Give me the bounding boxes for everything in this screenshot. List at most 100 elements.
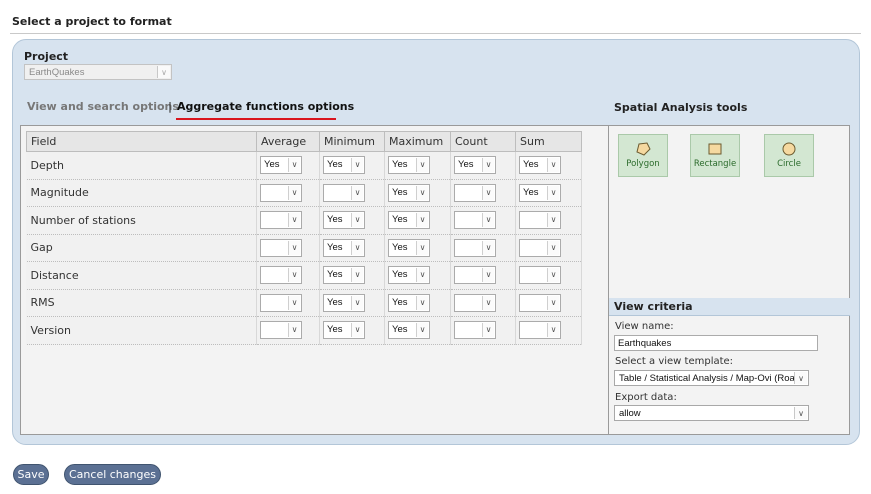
minimum-select[interactable]: Yes ∨: [323, 293, 365, 312]
chevron-down-icon: ∨: [482, 295, 494, 310]
maximum-select[interactable]: Yes ∨: [388, 156, 430, 175]
view-template-label: Select a view template:: [615, 356, 734, 367]
select-value: Yes: [392, 159, 408, 171]
count-select[interactable]: ∨: [454, 266, 496, 285]
table-cell: Yes ∨: [515, 151, 582, 180]
view-template-value: Table / Statistical Analysis / Map-Ovi (…: [619, 373, 795, 384]
field-name: Depth: [26, 151, 257, 180]
sum-select[interactable]: Yes ∨: [519, 183, 561, 202]
maximum-select[interactable]: Yes ∨: [388, 238, 430, 257]
average-select[interactable]: ∨: [260, 266, 302, 285]
maximum-select[interactable]: Yes ∨: [388, 211, 430, 230]
table-cell: Yes ∨: [384, 206, 451, 235]
chevron-down-icon: ∨: [351, 185, 363, 200]
table-cell: Yes ∨: [319, 261, 385, 290]
average-select[interactable]: Yes ∨: [260, 156, 302, 175]
table-cell: Yes ∨: [319, 206, 385, 235]
minimum-select[interactable]: Yes ∨: [323, 156, 365, 175]
table-cell: ∨: [256, 234, 320, 262]
tab-separator: |: [168, 100, 173, 113]
maximum-select[interactable]: Yes ∨: [388, 293, 430, 312]
chevron-down-icon: ∨: [547, 185, 559, 200]
tab-view-search-options[interactable]: View and search options: [27, 100, 179, 113]
chevron-down-icon: ∨: [416, 268, 428, 283]
average-select[interactable]: ∨: [260, 211, 302, 230]
sum-select[interactable]: ∨: [519, 321, 561, 340]
chevron-down-icon: ∨: [482, 158, 494, 173]
select-value: Yes: [327, 214, 343, 226]
maximum-select[interactable]: Yes ∨: [388, 266, 430, 285]
chevron-down-icon: ∨: [288, 240, 300, 255]
table-cell: ∨: [515, 289, 582, 317]
minimum-select[interactable]: Yes ∨: [323, 238, 365, 257]
chevron-down-icon: ∨: [416, 323, 428, 338]
polygon-icon: [636, 142, 651, 156]
field-name: RMS: [26, 289, 257, 317]
table-row: Distance ∨ Yes ∨ Yes ∨ ∨ ∨: [26, 261, 582, 290]
count-select[interactable]: ∨: [454, 183, 496, 202]
table-cell: ∨: [450, 179, 516, 207]
table-cell: Yes ∨: [384, 179, 451, 207]
select-value: Yes: [327, 159, 343, 171]
minimum-select[interactable]: Yes ∨: [323, 266, 365, 285]
column-header-minimum: Minimum: [319, 131, 385, 152]
count-select[interactable]: ∨: [454, 238, 496, 257]
count-select[interactable]: Yes ∨: [454, 156, 496, 175]
export-data-select[interactable]: allow ∨: [614, 405, 809, 421]
table-cell: Yes ∨: [515, 179, 582, 207]
tab-aggregate-functions-options[interactable]: Aggregate functions options: [177, 100, 354, 113]
average-select[interactable]: ∨: [260, 293, 302, 312]
spatial-tools-title: Spatial Analysis tools: [614, 101, 748, 114]
average-select[interactable]: ∨: [260, 238, 302, 257]
table-cell: Yes ∨: [450, 151, 516, 180]
minimum-select[interactable]: ∨: [323, 183, 365, 202]
sum-select[interactable]: ∨: [519, 293, 561, 312]
chevron-down-icon: ∨: [416, 295, 428, 310]
circle-tool-button[interactable]: Circle: [764, 134, 814, 177]
count-select[interactable]: ∨: [454, 321, 496, 340]
select-value: Yes: [392, 296, 408, 308]
view-template-select[interactable]: Table / Statistical Analysis / Map-Ovi (…: [614, 370, 809, 386]
select-value: Yes: [392, 214, 408, 226]
chevron-down-icon: ∨: [351, 213, 363, 228]
sum-select[interactable]: ∨: [519, 238, 561, 257]
chevron-down-icon: ∨: [547, 158, 559, 173]
select-value: Yes: [327, 269, 343, 281]
sum-select[interactable]: ∨: [519, 266, 561, 285]
maximum-select[interactable]: Yes ∨: [388, 183, 430, 202]
chevron-down-icon: ∨: [482, 185, 494, 200]
page-title: Select a project to format: [12, 15, 172, 28]
maximum-select[interactable]: Yes ∨: [388, 321, 430, 340]
table-cell: ∨: [256, 316, 320, 345]
average-select[interactable]: ∨: [260, 321, 302, 340]
select-value: Yes: [392, 186, 408, 198]
export-data-label: Export data:: [615, 392, 677, 403]
save-button[interactable]: Save: [13, 464, 49, 485]
table-cell: Yes ∨: [384, 289, 451, 317]
minimum-select[interactable]: Yes ∨: [323, 321, 365, 340]
sum-select[interactable]: Yes ∨: [519, 156, 561, 175]
table-cell: ∨: [515, 316, 582, 345]
rectangle-tool-button[interactable]: Rectangle: [690, 134, 740, 177]
project-select[interactable]: EarthQuakes ∨: [24, 64, 172, 80]
table-cell: Yes ∨: [384, 316, 451, 345]
sum-select[interactable]: ∨: [519, 211, 561, 230]
chevron-down-icon: ∨: [351, 295, 363, 310]
view-name-input[interactable]: Earthquakes: [614, 335, 818, 351]
field-name: Number of stations: [26, 206, 257, 235]
table-cell: ∨: [515, 234, 582, 262]
polygon-tool-button[interactable]: Polygon: [618, 134, 668, 177]
minimum-select[interactable]: Yes ∨: [323, 211, 365, 230]
active-tab-underline: [176, 118, 336, 120]
count-select[interactable]: ∨: [454, 293, 496, 312]
column-header-field: Field: [26, 131, 257, 152]
table-cell: ∨: [515, 261, 582, 290]
title-divider: [10, 33, 861, 34]
column-header-count: Count: [450, 131, 516, 152]
project-select-value: EarthQuakes: [29, 67, 85, 78]
chevron-down-icon: ∨: [351, 323, 363, 338]
cancel-changes-button[interactable]: Cancel changes: [64, 464, 161, 485]
average-select[interactable]: ∨: [260, 183, 302, 202]
chevron-down-icon: ∨: [482, 323, 494, 338]
count-select[interactable]: ∨: [454, 211, 496, 230]
